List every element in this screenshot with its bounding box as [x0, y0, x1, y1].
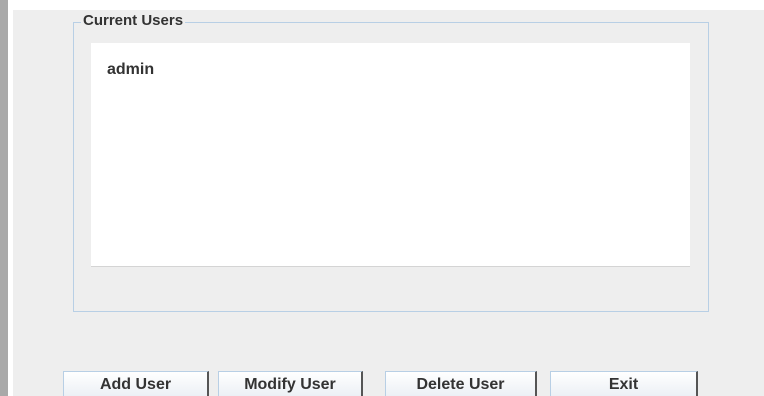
- window-edge: [0, 0, 8, 396]
- delete-user-button[interactable]: Delete User: [385, 371, 537, 396]
- users-list[interactable]: admin: [91, 43, 690, 267]
- add-user-button[interactable]: Add User: [63, 371, 209, 396]
- modify-user-button[interactable]: Modify User: [218, 371, 363, 396]
- current-users-title: Current Users: [81, 12, 186, 30]
- exit-button[interactable]: Exit: [550, 371, 698, 396]
- user-management-window: Current Users admin Add User Modify User…: [0, 0, 764, 396]
- list-item-admin[interactable]: admin: [107, 60, 154, 80]
